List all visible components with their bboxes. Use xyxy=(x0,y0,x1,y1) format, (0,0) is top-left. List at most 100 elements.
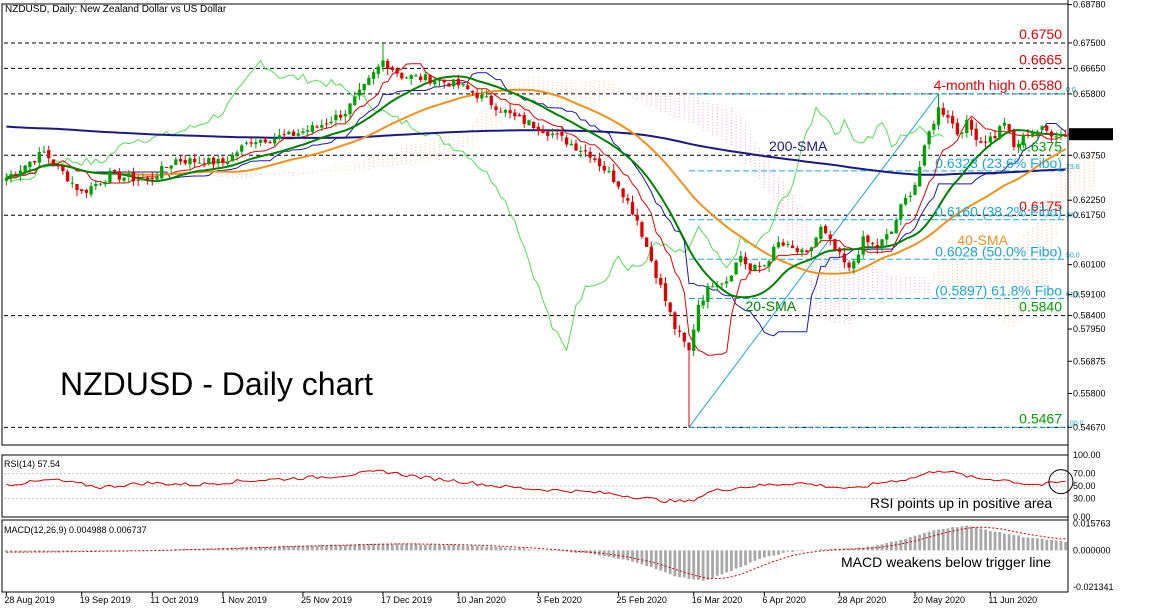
candle-body xyxy=(588,151,592,158)
candle-body xyxy=(367,77,371,85)
x-tick-label: 25 Nov 2019 xyxy=(301,595,352,605)
y-tick-label: 0.55800 xyxy=(1073,388,1106,398)
candle-body xyxy=(748,263,752,271)
sma-label: 40-SMA xyxy=(957,232,1008,248)
candle-body xyxy=(178,159,183,162)
y-tick-label: 0.61750 xyxy=(1073,210,1106,220)
candle-body xyxy=(141,179,145,181)
candle-body xyxy=(687,342,691,351)
candle-body xyxy=(870,242,875,244)
candle-body xyxy=(489,95,493,105)
candle-body xyxy=(677,330,682,332)
y-tick-label: 0.64454 xyxy=(1073,129,1106,139)
candle-body xyxy=(696,304,701,332)
candle-body xyxy=(433,81,437,85)
candle-body xyxy=(621,188,625,198)
candle-body xyxy=(612,170,616,183)
y-tick-label: 0.59100 xyxy=(1073,290,1106,300)
candle-body xyxy=(856,254,861,263)
candle-body xyxy=(781,242,785,246)
candle-body xyxy=(451,79,456,87)
candle-body xyxy=(772,247,776,261)
candle-body xyxy=(1040,126,1044,130)
x-tick-label: 11 Oct 2019 xyxy=(150,595,198,605)
candle-body xyxy=(258,139,263,143)
candle-body xyxy=(390,67,395,70)
candle-body xyxy=(47,150,51,159)
candle-body xyxy=(414,75,418,77)
y-tick-label: 0.63750 xyxy=(1073,150,1106,160)
candle-body xyxy=(908,195,912,198)
candle-body xyxy=(682,332,686,342)
candle-body xyxy=(828,234,832,239)
candle-body xyxy=(320,124,324,128)
candle-body xyxy=(75,183,79,191)
candle-body xyxy=(202,163,206,166)
candle-body xyxy=(127,173,131,178)
candle-body xyxy=(701,300,705,306)
candle-body xyxy=(725,281,729,284)
candle-body xyxy=(889,231,894,234)
candle-body xyxy=(983,141,988,143)
candle-body xyxy=(814,237,818,247)
candle-body xyxy=(894,220,898,234)
candle-body xyxy=(809,247,814,252)
candle-body xyxy=(969,120,974,130)
candle-body xyxy=(899,204,903,220)
candle-body xyxy=(955,122,960,135)
candle-body xyxy=(710,286,715,288)
x-tick-label: 16 Mar 2020 xyxy=(692,595,743,605)
candle-body xyxy=(842,253,847,263)
candle-body xyxy=(376,66,380,74)
candle-body xyxy=(456,78,460,86)
candle-body xyxy=(480,94,484,99)
candle-body xyxy=(536,126,541,131)
macd-title: MACD(12,26,9) 0.004988 0.006737 xyxy=(4,525,147,535)
candle-body xyxy=(188,158,192,165)
candle-body xyxy=(715,285,719,288)
candle-body xyxy=(277,135,282,139)
candle-body xyxy=(527,120,531,126)
candle-body xyxy=(640,222,644,237)
candle-body xyxy=(14,173,18,175)
candle-body xyxy=(903,197,908,205)
candle-body xyxy=(616,181,621,187)
macd-y-tick-label: -0.021341 xyxy=(1073,582,1114,592)
candle-body xyxy=(70,182,74,184)
level-label: 4-month high 0.6580 xyxy=(934,77,1063,93)
candle-body xyxy=(103,181,107,185)
candle-body xyxy=(541,129,545,133)
candle-body xyxy=(1002,122,1007,126)
candle-body xyxy=(885,234,889,240)
candle-body xyxy=(1026,134,1030,136)
candle-body xyxy=(776,242,781,248)
candle-body xyxy=(602,165,606,171)
candle-body xyxy=(574,143,578,151)
candle-body xyxy=(630,201,635,215)
candle-body xyxy=(918,167,922,187)
candle-body xyxy=(833,239,837,250)
level-label: 0.5840 xyxy=(1019,299,1062,315)
y-tick-label: 0.67500 xyxy=(1073,38,1106,48)
x-tick-label: 10 Jan 2020 xyxy=(456,595,506,605)
y-tick-label: 0.60100 xyxy=(1073,260,1106,270)
candle-body xyxy=(362,84,366,91)
fibo-label: (0.5897) 61.8% Fibo xyxy=(935,282,1062,298)
candle-body xyxy=(409,75,413,79)
x-tick-label: 28 Aug 2019 xyxy=(4,595,55,605)
candle-body xyxy=(348,103,352,115)
candle-body xyxy=(569,143,573,146)
macd-y-tick-label: 0.000000 xyxy=(1073,545,1111,555)
rsi-y-tick-label: 100.00 xyxy=(1073,450,1101,460)
candle-body xyxy=(136,179,140,181)
macd-y-tick-label: 0.015763 xyxy=(1073,518,1111,528)
candle-body xyxy=(122,177,126,181)
candle-body xyxy=(395,68,399,74)
candle-body xyxy=(160,165,164,179)
candle-body xyxy=(517,114,522,117)
candle-body xyxy=(230,154,234,162)
candle-body xyxy=(593,158,597,161)
candle-body xyxy=(1007,124,1011,131)
candle-body xyxy=(371,72,376,79)
candle-body xyxy=(767,261,771,267)
